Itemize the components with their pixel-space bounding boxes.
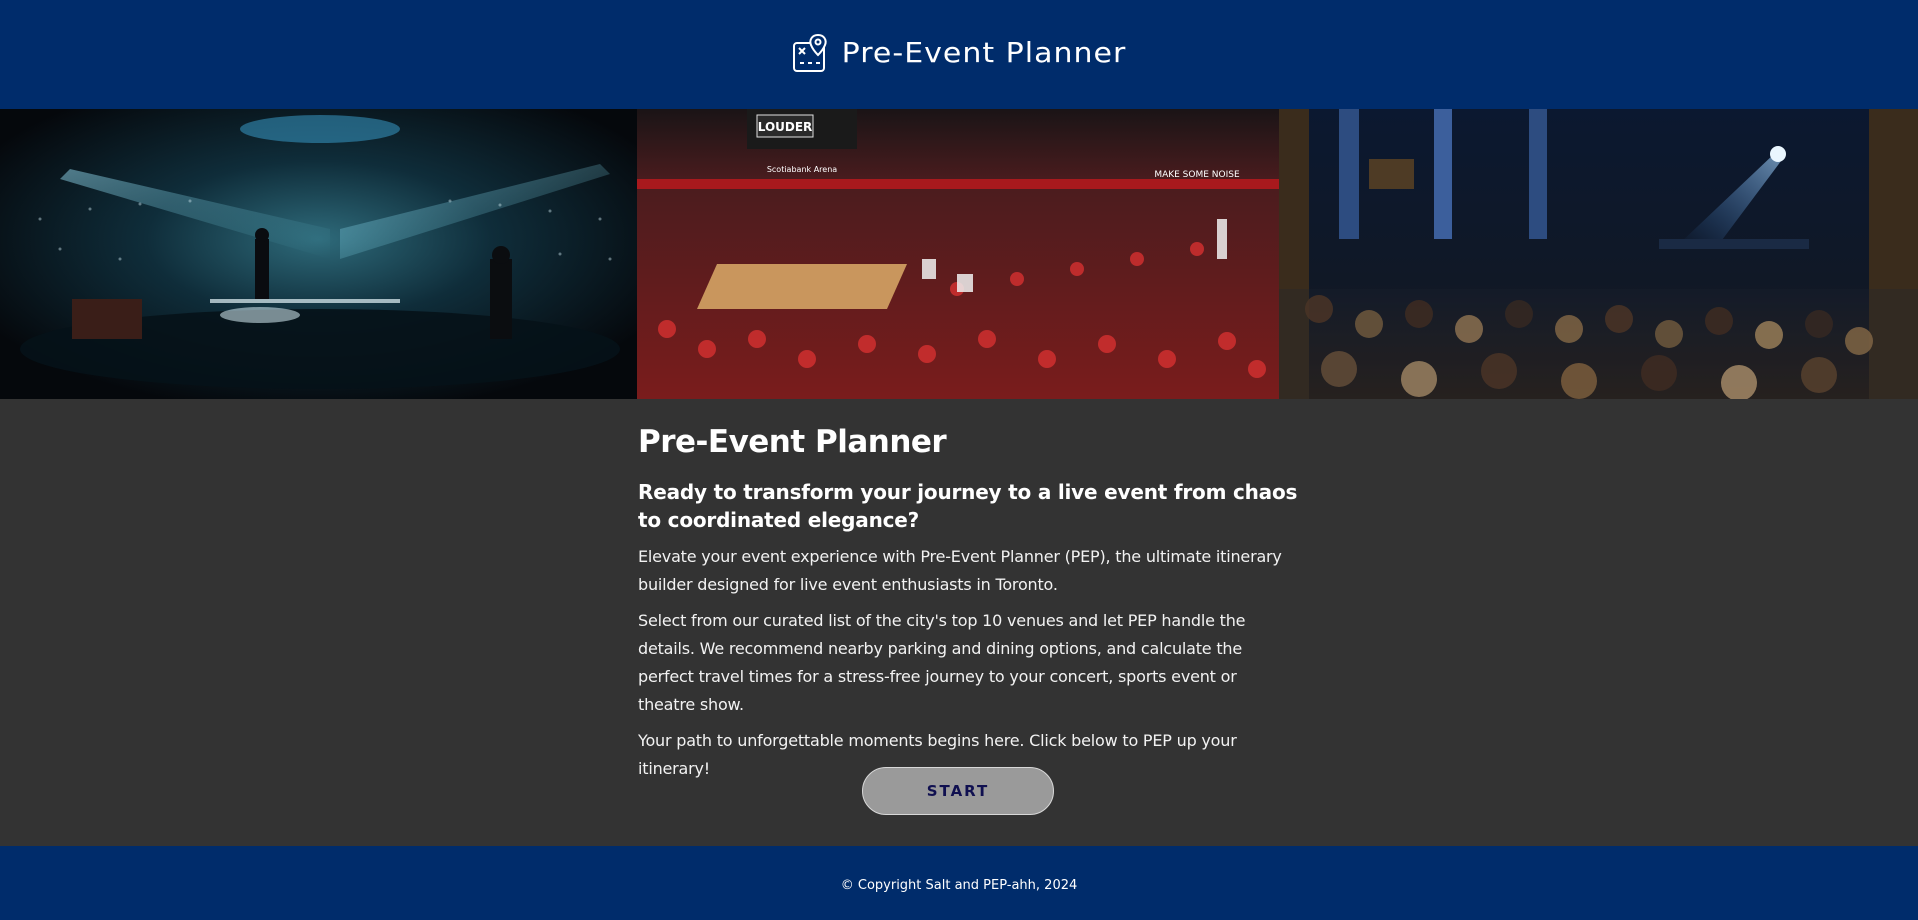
concert-stage-image [0,109,637,399]
brand-name: Pre-Event Planner [841,36,1127,70]
site-footer: © Copyright Salt and PEP-ahh, 2024 [0,846,1918,920]
page-title: Pre-Event Planner [638,424,947,460]
arena-signage-noise: MAKE SOME NOISE [1154,170,1240,180]
arena-signage-venue: Scotiabank Arena [767,165,837,174]
tagline: Ready to transform your journey to a liv… [638,480,1298,532]
intro-paragraph-2: Select from our curated list of the city… [638,611,1246,714]
theatre-audience-image [1279,109,1918,399]
intro-paragraph-1: Elevate your event experience with Pre-E… [638,547,1282,594]
intro-section: Pre-Event Planner Ready to transform you… [638,399,1298,783]
arena-signage-louder: LOUDER [758,120,813,134]
copyright-text: © Copyright Salt and PEP-ahh, 2024 [840,877,1078,893]
hero-banner: LOUDER Scotiabank Arena MAKE SOME NOISE [0,109,1918,399]
start-button[interactable]: START [862,767,1054,815]
map-pin-icon [792,33,827,72]
start-button-container: START [862,767,1054,815]
site-header: Pre-Event Planner [0,0,1918,109]
brand-logo[interactable]: Pre-Event Planner [792,33,1127,73]
basketball-arena-image: LOUDER Scotiabank Arena MAKE SOME NOISE [637,109,1279,399]
